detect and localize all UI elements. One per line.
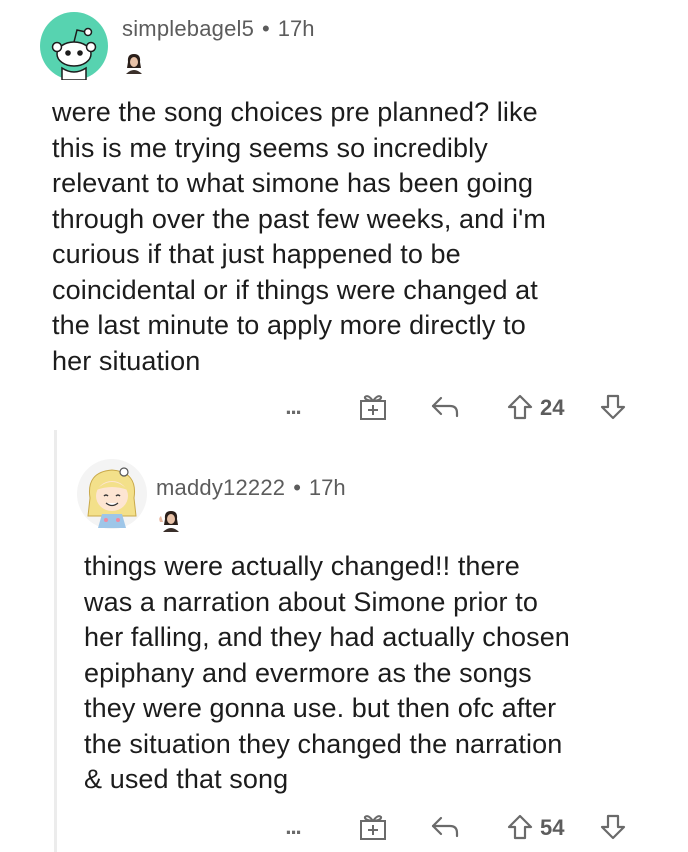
reddit-snoo-icon: [40, 12, 108, 81]
upvote-arrow-icon: [507, 814, 533, 840]
comment-line: epiphany and evermore as the songs: [84, 657, 532, 688]
comment-line: were the song choices pre planned? like: [52, 97, 538, 127]
downvote-button[interactable]: [598, 812, 628, 842]
vote-score: 24: [540, 395, 565, 420]
comment-line: relevant to what simone has been going: [52, 168, 534, 198]
comment-line: her situation: [52, 345, 201, 376]
more-options-icon: ...: [285, 814, 301, 839]
comment-line: & used that song: [84, 764, 289, 794]
separator-dot: •: [262, 16, 270, 41]
more-options-icon: ...: [285, 394, 301, 419]
comment-line: they were gonna use. but then ofc after: [84, 693, 557, 723]
comment-line: through over the past few weeks, and i'm: [52, 203, 546, 234]
username[interactable]: maddy12222: [156, 475, 285, 501]
blonde-girl-avatar-icon: [77, 459, 147, 529]
thread-line[interactable]: [54, 430, 57, 852]
comment-line: the situation they changed the narration: [84, 728, 563, 759]
upvote-button[interactable]: [505, 392, 535, 422]
avatar[interactable]: [40, 12, 108, 81]
vote-score: 54: [540, 815, 565, 840]
comment-line: her falling, and they had actually chose…: [84, 622, 570, 652]
more-options-button[interactable]: ...: [276, 392, 310, 422]
upvote-arrow-icon: [507, 394, 533, 420]
gift-icon: [360, 815, 386, 840]
downvote-arrow-icon: [600, 394, 626, 420]
timestamp: 17h: [277, 16, 315, 41]
reply-arrow-icon: [431, 816, 459, 838]
downvote-arrow-icon: [600, 814, 626, 840]
comment-line: curious if that just happened to be: [52, 239, 461, 269]
comment-line: coincidental or if things were changed a…: [52, 274, 538, 305]
gift-icon: [360, 395, 386, 420]
comment-line: was a narration about Simone prior to: [84, 586, 538, 617]
more-options-button[interactable]: ...: [276, 812, 310, 842]
avatar[interactable]: [76, 458, 148, 530]
flair-icon: [156, 508, 184, 532]
comment-line: things were actually changed!! there: [84, 551, 520, 581]
comment-line: the last minute to apply more directly t…: [52, 310, 526, 340]
award-button[interactable]: [356, 390, 390, 424]
comment-body: were the song choices pre planned? like …: [52, 95, 672, 379]
username[interactable]: simplebagel5: [122, 16, 254, 42]
separator-dot: •: [293, 475, 301, 500]
timestamp: 17h: [308, 475, 346, 500]
reply-button[interactable]: [428, 812, 462, 842]
reply-button[interactable]: [428, 392, 462, 422]
reply-arrow-icon: [431, 396, 459, 418]
downvote-button[interactable]: [598, 392, 628, 422]
award-button[interactable]: [356, 810, 390, 844]
comment-line: this is me trying seems so incredibly: [52, 132, 488, 163]
comment-body: things were actually changed!! there was…: [84, 549, 674, 798]
flair-icon: [122, 52, 146, 74]
upvote-button[interactable]: [505, 812, 535, 842]
